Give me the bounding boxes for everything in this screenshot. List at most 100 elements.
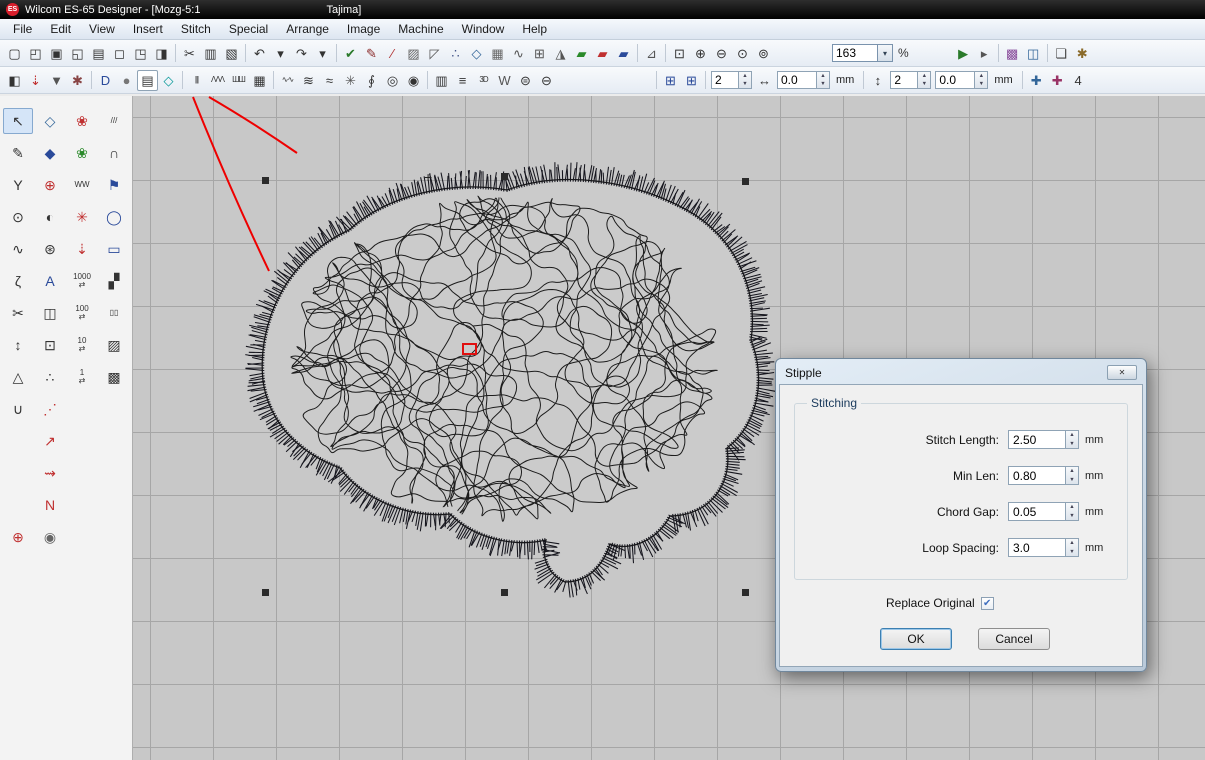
- selection-handle[interactable]: [262, 177, 269, 184]
- cross-fill-icon[interactable]: ✳: [340, 70, 361, 91]
- parallel-lines-tool[interactable]: ///: [99, 108, 129, 134]
- min-len-input[interactable]: [1008, 466, 1066, 485]
- grid-rows-input[interactable]: [890, 71, 918, 89]
- selection-handle[interactable]: [501, 173, 508, 180]
- select-check-icon[interactable]: ✔: [340, 43, 361, 64]
- select-tool[interactable]: ↖: [3, 108, 33, 134]
- chart-icon[interactable]: ◮: [550, 43, 571, 64]
- target-circle-tool[interactable]: ◉: [35, 524, 65, 550]
- menu-machine[interactable]: Machine: [389, 20, 452, 38]
- redo-dropdown-icon[interactable]: ▾: [312, 43, 333, 64]
- density-100-tool[interactable]: 100 ⇄: [67, 300, 97, 326]
- menu-stitch[interactable]: Stitch: [172, 20, 220, 38]
- v-offset-field[interactable]: ▲▼: [935, 71, 988, 89]
- curve-icon[interactable]: ∿: [508, 43, 529, 64]
- show-stitches-icon[interactable]: ▼: [46, 70, 67, 91]
- blank[interactable]: [67, 460, 97, 486]
- flower-motif-tool[interactable]: ❀: [67, 108, 97, 134]
- center-target-tool[interactable]: ⊕: [35, 172, 65, 198]
- replace-original-checkbox[interactable]: ✔: [981, 597, 994, 610]
- pen-stitch-icon[interactable]: ✎: [361, 43, 382, 64]
- branch-tool[interactable]: Y: [3, 172, 33, 198]
- paste-icon[interactable]: ▧: [221, 43, 242, 64]
- grid-icon[interactable]: ⊞: [529, 43, 550, 64]
- fancy-fill-icon[interactable]: ▦: [487, 43, 508, 64]
- loop-spacing-stepper[interactable]: ▲▼: [1066, 538, 1079, 557]
- grid-columns-stepper[interactable]: ▲▼: [739, 71, 752, 89]
- blank[interactable]: [99, 396, 129, 422]
- dot-object-icon[interactable]: ●: [116, 70, 137, 91]
- ok-button[interactable]: OK: [880, 628, 952, 650]
- node-edit-tool[interactable]: ✎: [3, 140, 33, 166]
- density-10-tool[interactable]: 10 ⇄: [67, 332, 97, 358]
- wave-tool[interactable]: ∿: [3, 236, 33, 262]
- save-all-icon[interactable]: ◱: [67, 43, 88, 64]
- blank[interactable]: [99, 492, 129, 518]
- design-d-icon[interactable]: D: [95, 70, 116, 91]
- blank[interactable]: [3, 428, 33, 454]
- zoom-in-icon[interactable]: ⊕: [690, 43, 711, 64]
- menu-special[interactable]: Special: [220, 20, 277, 38]
- menu-help[interactable]: Help: [513, 20, 556, 38]
- outline-object-icon[interactable]: ◇: [466, 43, 487, 64]
- properties-icon[interactable]: ✱: [1072, 43, 1093, 64]
- grid-rows-stepper[interactable]: ▲▼: [918, 71, 931, 89]
- stipple-run-icon[interactable]: ∮: [361, 70, 382, 91]
- spiral-fill-icon[interactable]: ◉: [403, 70, 424, 91]
- blank[interactable]: [99, 428, 129, 454]
- wedge-tool[interactable]: △: [3, 364, 33, 390]
- min-len-stepper[interactable]: ▲▼: [1066, 466, 1079, 485]
- grid-rows-field[interactable]: ▲▼: [890, 71, 931, 89]
- rectangle-tool[interactable]: ▭: [99, 236, 129, 262]
- menu-edit[interactable]: Edit: [41, 20, 80, 38]
- warp-effect-icon[interactable]: W: [494, 70, 515, 91]
- cancel-button[interactable]: Cancel: [978, 628, 1050, 650]
- satin-icon[interactable]: |||: [186, 70, 207, 91]
- blue-shape-tool[interactable]: ◆: [35, 140, 65, 166]
- blank[interactable]: [67, 396, 97, 422]
- fill-stitch-icon[interactable]: ◸: [424, 43, 445, 64]
- send-to-machine-icon[interactable]: ◨: [151, 43, 172, 64]
- v-offset-input[interactable]: [935, 71, 975, 89]
- export-icon[interactable]: ◳: [130, 43, 151, 64]
- h-offset-stepper[interactable]: ▲▼: [817, 71, 830, 89]
- selection-handle[interactable]: [742, 178, 749, 185]
- star-stitch-tool[interactable]: ✳: [67, 204, 97, 230]
- blank[interactable]: [99, 460, 129, 486]
- mesh-tool[interactable]: ▞: [99, 268, 129, 294]
- cut-icon[interactable]: ✂: [179, 43, 200, 64]
- red-dotted-run-tool[interactable]: ⋰: [35, 396, 65, 422]
- mirror-h-icon[interactable]: ⊞: [660, 70, 681, 91]
- green-flower-tool[interactable]: ❀: [67, 140, 97, 166]
- marquee-tool[interactable]: ⊡: [35, 332, 65, 358]
- ring-tool[interactable]: ∪: [3, 396, 33, 422]
- grid-columns-field[interactable]: ▲▼: [711, 71, 752, 89]
- ellipse-tool[interactable]: ◯: [99, 204, 129, 230]
- dots-tool[interactable]: ∴: [35, 364, 65, 390]
- density-1000-tool[interactable]: 1000 ⇄: [67, 268, 97, 294]
- dots-fill-icon[interactable]: ∴: [445, 43, 466, 64]
- zoom-window-icon[interactable]: ⊡: [669, 43, 690, 64]
- red-plus-circle-tool[interactable]: ⊕: [3, 524, 33, 550]
- overlap-check-icon[interactable]: ▩: [1002, 43, 1023, 64]
- reshape-tool[interactable]: ◇: [35, 108, 65, 134]
- sparkle-tool[interactable]: ⊛: [35, 236, 65, 262]
- stitch-length-stepper[interactable]: ▲▼: [1066, 430, 1079, 449]
- menu-arrange[interactable]: Arrange: [277, 20, 338, 38]
- lettering-tool[interactable]: A: [35, 268, 65, 294]
- width-lines-tool[interactable]: WW: [67, 172, 97, 198]
- print-preview-icon[interactable]: ◻: [109, 43, 130, 64]
- pattern-fill-tool[interactable]: ▩: [99, 364, 129, 390]
- pan-icon[interactable]: ✚: [1026, 70, 1047, 91]
- zoom-previous-icon[interactable]: ⊚: [753, 43, 774, 64]
- design-library-icon[interactable]: ❏: [1051, 43, 1072, 64]
- new-icon[interactable]: ▢: [4, 43, 25, 64]
- freehand-tool[interactable]: ζ: [3, 268, 33, 294]
- menu-view[interactable]: View: [80, 20, 124, 38]
- undo-dropdown-icon[interactable]: ▾: [270, 43, 291, 64]
- blank[interactable]: [67, 492, 97, 518]
- eye-tool[interactable]: ⊙: [3, 204, 33, 230]
- selection-handle[interactable]: [742, 589, 749, 596]
- needle-point-icon[interactable]: ⇣: [25, 70, 46, 91]
- blank[interactable]: [3, 460, 33, 486]
